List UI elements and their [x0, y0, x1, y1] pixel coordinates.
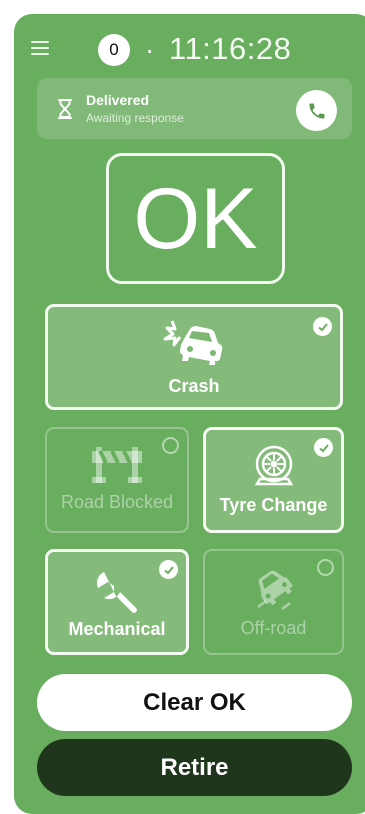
- clock-time: 11:16:28: [169, 31, 292, 66]
- check-icon: [314, 438, 333, 457]
- status-card: Delivered Awaiting response: [37, 78, 352, 139]
- tile-tyre-change[interactable]: Tyre Change: [203, 427, 344, 533]
- tile-road-blocked[interactable]: Road Blocked: [45, 427, 189, 533]
- tile-mechanical[interactable]: Mechanical: [45, 549, 189, 655]
- tile-off-road[interactable]: Off-road: [203, 549, 344, 655]
- clear-ok-button[interactable]: Clear OK: [37, 674, 352, 731]
- race-control-panel: 0 · 11:16:28 Delivered Awaiting response…: [14, 14, 365, 814]
- radio-icon: [162, 437, 179, 454]
- retire-button[interactable]: Retire: [37, 739, 352, 796]
- hourglass-icon: [58, 99, 72, 119]
- wrench-icon: [96, 572, 137, 613]
- car-crash-icon: [163, 320, 223, 365]
- tyre-icon: [254, 445, 293, 486]
- check-icon: [313, 317, 332, 336]
- status-subtitle: Awaiting response: [86, 111, 184, 125]
- header-separator: ·: [145, 34, 155, 65]
- ok-button[interactable]: OK: [106, 153, 285, 284]
- call-button[interactable]: [296, 90, 337, 131]
- tile-crash-label: Crash: [168, 376, 220, 396]
- tile-road-blocked-label: Road Blocked: [60, 492, 174, 512]
- tile-crash[interactable]: Crash: [45, 304, 343, 410]
- status-title: Delivered: [86, 92, 150, 108]
- check-icon: [159, 560, 178, 579]
- road-barrier-icon: [92, 447, 142, 483]
- car-off-road-icon: [256, 570, 293, 610]
- count-badge: 0: [98, 34, 130, 66]
- tile-tyre-change-label: Tyre Change: [219, 495, 328, 515]
- tile-off-road-label: Off-road: [240, 618, 307, 638]
- tile-mechanical-label: Mechanical: [68, 619, 166, 639]
- radio-icon: [317, 559, 334, 576]
- phone-icon: [309, 103, 324, 118]
- menu-icon[interactable]: [31, 41, 49, 55]
